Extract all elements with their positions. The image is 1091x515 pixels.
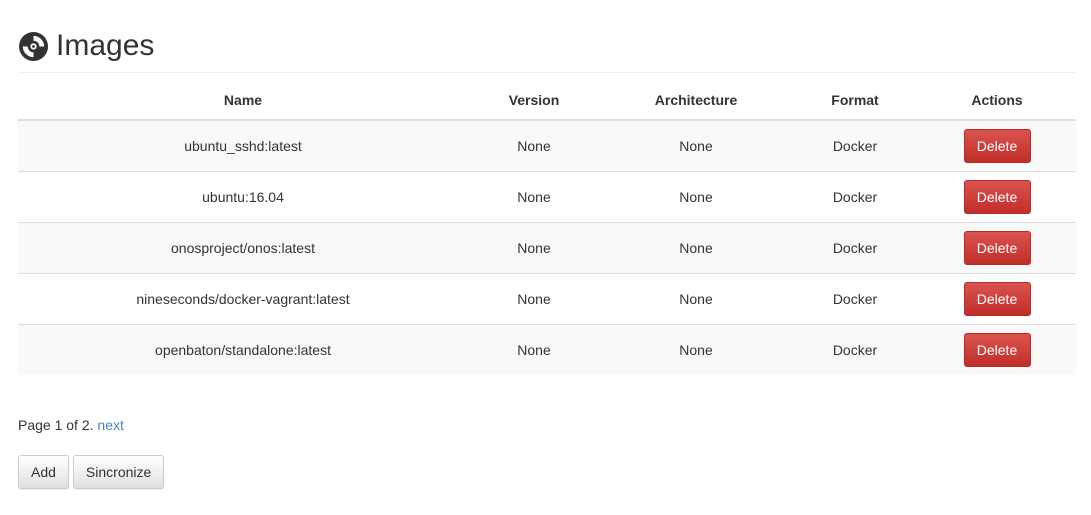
table-row: onosproject/onos:latest None None Docker… — [18, 222, 1076, 274]
add-button[interactable]: Add — [18, 455, 69, 489]
next-page-link[interactable]: next — [97, 417, 123, 433]
cell-architecture: None — [679, 138, 713, 154]
cell-name: openbaton/standalone:latest — [18, 324, 468, 375]
disc-icon — [18, 31, 49, 62]
cell-name: ubuntu:16.04 — [18, 171, 468, 223]
cell-actions: Delete — [918, 171, 1076, 223]
pagination: Page 1 of 2. next — [18, 416, 124, 434]
sincronize-button[interactable]: Sincronize — [72, 455, 165, 489]
delete-button[interactable]: Delete — [963, 333, 1031, 367]
cell-actions: Delete — [918, 273, 1076, 325]
cell-architecture: None — [600, 273, 792, 325]
header-row: Name Version Architecture Format Actions — [18, 81, 1076, 121]
table-row: ubuntu_sshd:latest None None Docker Dele… — [18, 120, 1076, 172]
images-table: Name Version Architecture Format Actions… — [18, 81, 1076, 375]
cell-actions: Delete — [918, 324, 1076, 375]
table-row: openbaton/standalone:latest None None Do… — [18, 324, 1076, 375]
table-row: nineseconds/docker-vagrant:latest None N… — [18, 273, 1076, 325]
column-header-version: Version — [468, 81, 600, 121]
cell-version: None — [468, 171, 600, 223]
cell-version: None — [468, 273, 600, 325]
pagination-text: Page 1 of 2. — [18, 417, 94, 433]
column-header-name: Name — [18, 81, 468, 121]
table-body: ubuntu_sshd:latest None None Docker Dele… — [18, 120, 1076, 375]
delete-button[interactable]: Delete — [963, 231, 1031, 265]
cell-format: Docker — [792, 324, 918, 375]
cell-actions: Delete — [918, 120, 1076, 172]
cell-format: Docker — [792, 222, 918, 274]
column-header-architecture: Architecture — [600, 81, 792, 121]
cell-architecture: None — [600, 171, 792, 223]
delete-button[interactable]: Delete — [963, 282, 1031, 316]
cell-name: ubuntu_sshd:latest — [184, 138, 302, 154]
delete-button[interactable]: Delete — [963, 129, 1031, 163]
column-header-actions: Actions — [918, 81, 1076, 121]
title-wrap: Images — [18, 26, 1076, 66]
delete-button[interactable]: Delete — [963, 180, 1031, 214]
action-buttons: Add Sincronize — [18, 455, 165, 489]
cell-version: None — [468, 324, 600, 375]
cell-name: nineseconds/docker-vagrant:latest — [18, 273, 468, 325]
column-header-format: Format — [792, 81, 918, 121]
cell-format: Docker — [792, 171, 918, 223]
page-title: Images — [56, 29, 155, 62]
cell-format: Docker — [792, 273, 918, 325]
cell-version: None — [468, 222, 600, 274]
cell-name: onosproject/onos:latest — [18, 222, 468, 274]
table-header: Name Version Architecture Format Actions — [18, 81, 1076, 121]
table-row: ubuntu:16.04 None None Docker Delete — [18, 171, 1076, 223]
cell-actions: Delete — [918, 222, 1076, 274]
cell-architecture: None — [600, 222, 792, 274]
cell-format: Docker — [832, 138, 878, 154]
cell-architecture: None — [600, 324, 792, 375]
cell-version: None — [517, 138, 551, 154]
page-header: Images — [18, 26, 1076, 73]
